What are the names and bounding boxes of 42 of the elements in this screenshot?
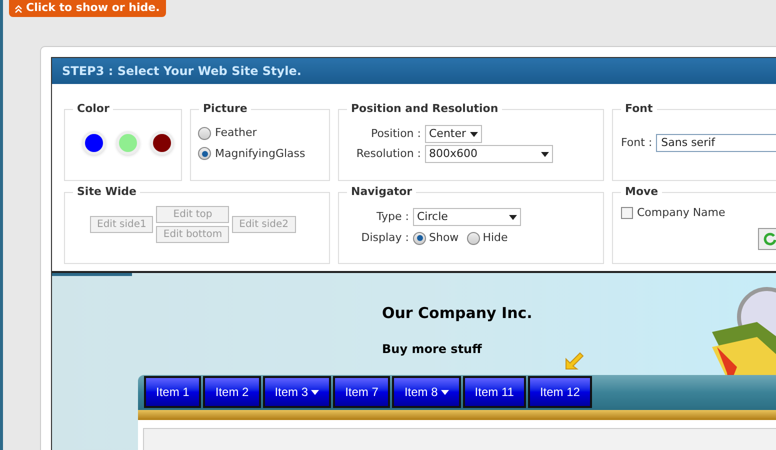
caret-icon — [440, 390, 449, 394]
field-label: Display : — [360, 230, 409, 246]
dropdown[interactable]: 800x600 — [425, 145, 553, 163]
menu-item[interactable]: Item 1 — [144, 376, 202, 408]
menu-item[interactable]: Item 3 — [262, 376, 332, 408]
dropdown[interactable]: Center — [425, 125, 482, 143]
radio-button[interactable] — [413, 232, 426, 245]
caret-icon — [470, 132, 478, 136]
caret-icon — [509, 214, 517, 220]
toggle-tab[interactable]: Click to show or hide. — [9, 0, 166, 17]
field-label: Resolution : — [355, 146, 421, 162]
group-title: Navigator — [347, 185, 416, 199]
checkbox-label: Company Name — [637, 205, 726, 221]
refresh-button[interactable] — [758, 228, 776, 250]
color-swatch[interactable] — [82, 131, 106, 155]
field-label: Type : — [376, 208, 409, 225]
font-field[interactable]: Sans serif — [656, 134, 776, 152]
checkbox[interactable] — [621, 207, 633, 220]
field-label: Font : — [621, 134, 652, 151]
menu-item[interactable]: Item 8 — [392, 376, 461, 408]
color-swatch[interactable] — [150, 131, 174, 155]
radio-button[interactable] — [198, 126, 211, 140]
menu-item[interactable]: Item 11 — [462, 376, 526, 408]
company-title: Our Company Inc. — [382, 303, 534, 324]
radio-label: Hide — [482, 230, 508, 246]
menu-item[interactable]: Item 7 — [333, 376, 390, 408]
double-chevron-icon — [15, 4, 22, 12]
caret-icon — [541, 152, 549, 156]
menu-item[interactable]: Item 2 — [203, 376, 261, 408]
color-swatch[interactable] — [116, 131, 140, 155]
radio-button[interactable] — [466, 232, 480, 245]
radio-label: MagnifyingGlass — [215, 146, 306, 162]
refresh-icon — [763, 232, 776, 246]
field-label: Position : — [370, 126, 421, 142]
radio-label: Feather — [215, 125, 257, 141]
caret-icon — [311, 390, 320, 394]
panel-header: STEP3 : Select Your Web Site Style. — [52, 58, 776, 84]
menu-item[interactable]: Item 12 — [528, 376, 592, 408]
radio-label: Show — [429, 230, 459, 246]
radio-button[interactable] — [198, 147, 211, 160]
dropdown[interactable]: Circle — [413, 208, 521, 226]
company-tagline: Buy more stuff — [382, 340, 483, 358]
